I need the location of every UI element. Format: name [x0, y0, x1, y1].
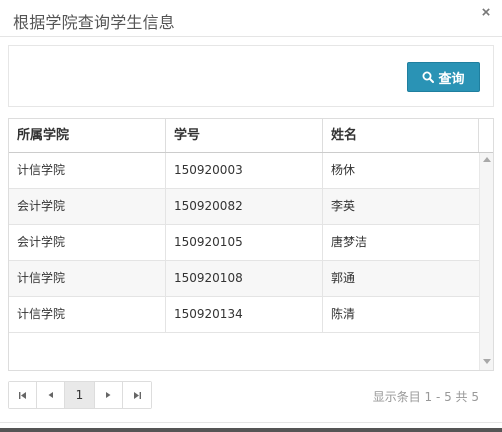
cell-student-id: 150920134: [166, 297, 323, 332]
next-page-icon: [106, 392, 111, 398]
column-header-name[interactable]: 姓名: [323, 119, 479, 152]
cell-college: 计信学院: [9, 297, 166, 332]
dialog: 根据学院查询学生信息 × 查询 所属学院 学号 姓名 计信学院 15092000…: [0, 0, 502, 432]
cell-college: 计信学院: [9, 261, 166, 296]
cell-student-id: 150920105: [166, 225, 323, 260]
next-page-button[interactable]: [95, 382, 123, 408]
pagination-info: 显示条目 1 - 5 共 5: [372, 390, 479, 404]
cell-name: 杨休: [331, 163, 356, 177]
previous-page-icon: [48, 392, 53, 398]
cell-name: 郭通: [331, 271, 356, 285]
first-page-button[interactable]: [9, 382, 37, 408]
cell-name: 李英: [331, 199, 356, 213]
query-button-label: 查询: [438, 71, 465, 87]
footer-divider: [0, 422, 502, 423]
cell-student-id: 150920003: [166, 153, 323, 188]
dialog-title-bar: 根据学院查询学生信息 ×: [0, 0, 502, 37]
student-grid: 所属学院 学号 姓名 计信学院 150920003 杨休 会计学院 150920…: [8, 118, 494, 371]
last-page-icon: [133, 391, 141, 399]
cell-name: 陈清: [331, 307, 356, 321]
grid-header: 所属学院 学号 姓名: [9, 119, 493, 153]
dialog-title: 根据学院查询学生信息: [13, 13, 176, 32]
search-icon: [422, 71, 435, 83]
column-header-college[interactable]: 所属学院: [9, 119, 166, 152]
cell-student-id: 150920082: [166, 189, 323, 224]
close-icon[interactable]: ×: [478, 4, 494, 22]
cell-student-id: 150920108: [166, 261, 323, 296]
table-row[interactable]: 计信学院 150920134 陈清: [9, 297, 479, 333]
table-row[interactable]: 会计学院 150920105 唐梦洁: [9, 225, 479, 261]
cell-college: 会计学院: [9, 189, 166, 224]
last-page-button[interactable]: [123, 382, 151, 408]
first-page-icon: [19, 391, 26, 399]
vertical-scrollbar[interactable]: [479, 153, 493, 370]
previous-page-button[interactable]: [37, 382, 65, 408]
page-number-button[interactable]: 1: [65, 382, 95, 408]
table-row[interactable]: 计信学院 150920108 郭通: [9, 261, 479, 297]
pagination: 1: [8, 381, 152, 409]
scroll-down-arrow-icon[interactable]: [483, 359, 491, 364]
grid-body: 计信学院 150920003 杨休 会计学院 150920082 李英 会计学院…: [9, 153, 479, 370]
cell-college: 计信学院: [9, 153, 166, 188]
toolbar-panel: 查询: [8, 45, 494, 107]
column-header-student-id[interactable]: 学号: [166, 119, 323, 152]
query-button[interactable]: 查询: [407, 62, 480, 92]
table-row[interactable]: 计信学院 150920003 杨休: [9, 153, 479, 189]
table-row[interactable]: 会计学院 150920082 李英: [9, 189, 479, 225]
cell-college: 会计学院: [9, 225, 166, 260]
cell-name: 唐梦洁: [331, 235, 368, 249]
scroll-up-arrow-icon[interactable]: [483, 157, 491, 162]
window-bottom-edge: [0, 428, 502, 432]
